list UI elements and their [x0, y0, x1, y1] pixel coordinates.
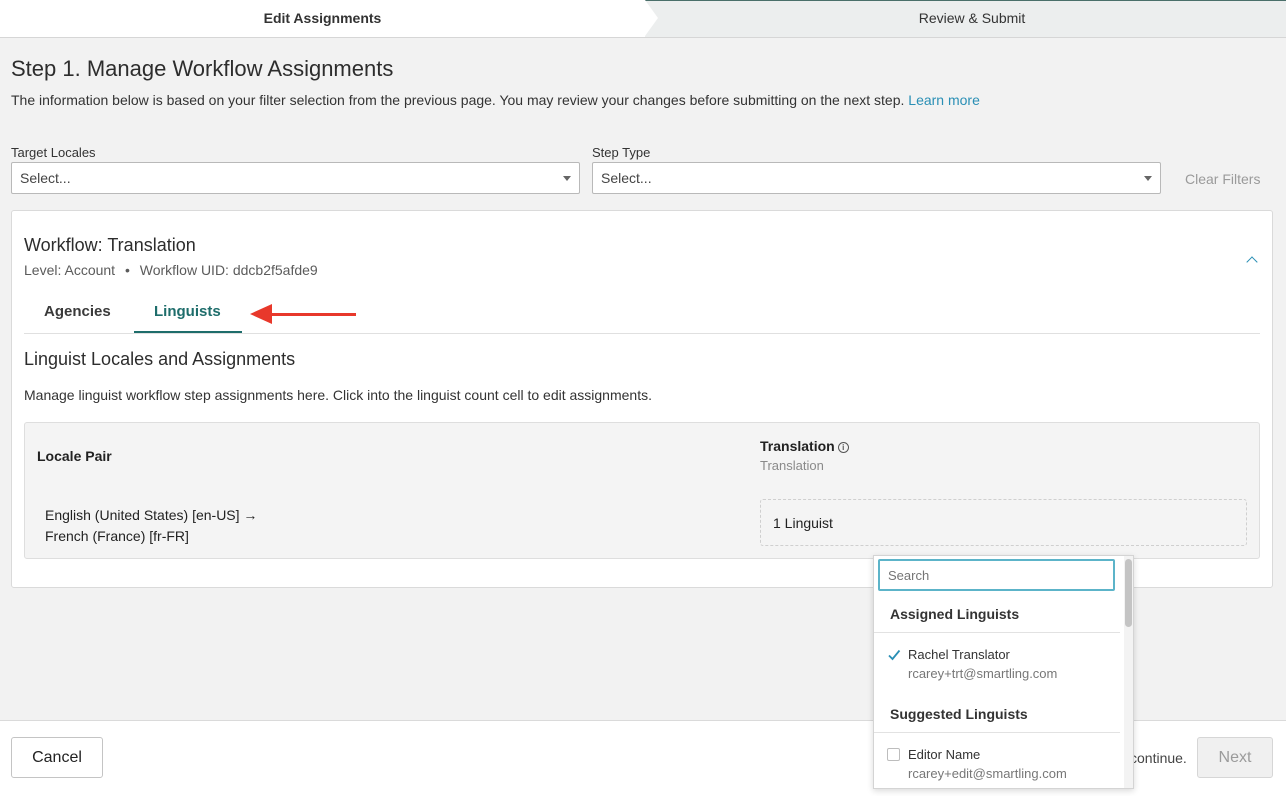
- chevron-down-icon: [563, 176, 571, 181]
- linguist-dropdown: Assigned Linguists Rachel Translator rca…: [873, 555, 1134, 789]
- linguist-count-cell[interactable]: 1 Linguist: [760, 499, 1247, 546]
- column-header-locale-pair: Locale Pair: [37, 448, 112, 464]
- suggested-linguists-header: Suggested Linguists: [890, 706, 1028, 722]
- section-title: Linguist Locales and Assignments: [24, 349, 296, 369]
- step-type-label: Step Type: [592, 145, 651, 160]
- workflow-level: Level: Account: [24, 262, 116, 278]
- annotation-arrow-icon: [250, 304, 272, 324]
- divider: [874, 632, 1120, 633]
- annotation-arrow-shaft: [270, 313, 356, 316]
- page-title: Step 1. Manage Workflow Assignments: [11, 56, 394, 81]
- workflow-meta: Level: Account • Workflow UID: ddcb2f5af…: [24, 262, 318, 278]
- page-description: The information below is based on your f…: [11, 92, 980, 108]
- page-description-text: The information below is based on your f…: [11, 92, 905, 108]
- linguist-count: 1 Linguist: [773, 515, 833, 531]
- tab-linguists[interactable]: Linguists: [154, 303, 221, 320]
- checkbox-checked[interactable]: [887, 648, 901, 661]
- clear-filters-button[interactable]: Clear Filters: [1185, 171, 1260, 187]
- column-header-translation: Translation i: [760, 438, 849, 454]
- assigned-linguists-header: Assigned Linguists: [890, 606, 1020, 622]
- learn-more-link[interactable]: Learn more: [908, 92, 980, 108]
- target-locales-value: Select...: [20, 170, 71, 186]
- section-description: Manage linguist workflow step assignment…: [24, 387, 652, 403]
- tabs-divider: [24, 333, 1260, 334]
- divider: [874, 732, 1120, 733]
- linguist-name: Editor Name: [908, 747, 981, 762]
- info-icon[interactable]: i: [837, 442, 849, 453]
- linguist-search-input[interactable]: [878, 559, 1115, 591]
- step-type-value: Select...: [601, 170, 652, 186]
- checkmark-icon: [888, 649, 901, 661]
- column-subheader-translation: Translation: [760, 458, 824, 473]
- meta-separator: •: [124, 262, 130, 278]
- footer-continue-text: continue.: [1130, 750, 1187, 766]
- step-review-submit[interactable]: Review & Submit: [658, 0, 1286, 37]
- target-locales-label: Target Locales: [11, 145, 96, 160]
- workflow-uid: Workflow UID: ddcb2f5afde9: [139, 262, 318, 278]
- step-arrow-shape: [645, 0, 658, 36]
- workflow-title: Workflow: Translation: [24, 235, 196, 255]
- target-locale: French (France) [fr-FR]: [45, 528, 189, 544]
- chevron-down-icon: [1144, 176, 1152, 181]
- checkbox-unchecked[interactable]: [887, 748, 900, 761]
- column-header-translation-label: Translation: [760, 438, 835, 454]
- dropdown-scrollbar-thumb[interactable]: [1125, 559, 1132, 627]
- step-type-select[interactable]: Select...: [592, 162, 1161, 194]
- target-locales-select[interactable]: Select...: [11, 162, 580, 194]
- linguist-email: rcarey+trt@smartling.com: [908, 666, 1058, 681]
- linguist-name: Rachel Translator: [908, 647, 1010, 662]
- linguist-email: rcarey+edit@smartling.com: [908, 766, 1067, 781]
- next-button[interactable]: Next: [1197, 737, 1273, 778]
- tab-active-indicator: [134, 331, 242, 333]
- tab-agencies[interactable]: Agencies: [44, 303, 111, 320]
- source-locale: English (United States) [en-US] →: [45, 507, 258, 523]
- table-row-locale-pair: English (United States) [en-US] → French…: [45, 505, 257, 547]
- cancel-button[interactable]: Cancel: [11, 737, 103, 778]
- step-edit-assignments[interactable]: Edit Assignments: [0, 0, 645, 37]
